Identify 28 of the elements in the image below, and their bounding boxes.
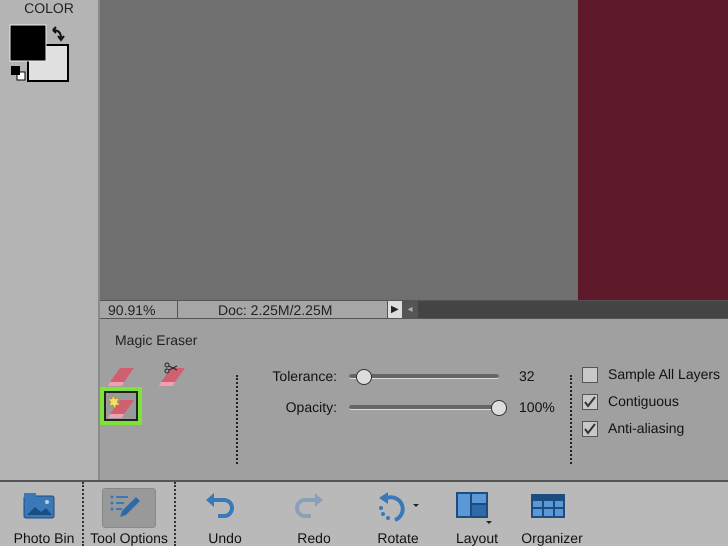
tool-name: Magic Eraser: [115, 331, 198, 350]
panel-title: COLOR: [24, 0, 74, 16]
slider-thumb[interactable]: [491, 400, 507, 416]
checkbox[interactable]: [582, 366, 598, 382]
slider-value: 32: [519, 367, 535, 386]
magic-eraser-icon: [106, 392, 136, 420]
taskbar-button[interactable]: Tool Options: [82, 482, 174, 546]
taskbar-button[interactable]: Layout: [442, 482, 512, 546]
slider-thumb[interactable]: [356, 368, 372, 384]
checkmark-icon: [584, 396, 596, 408]
zoom-level: 90.91%: [100, 301, 178, 318]
checkbox[interactable]: [582, 394, 598, 410]
taskbar-button[interactable]: Rotate: [354, 482, 442, 546]
checkbox-label: Contiguous: [608, 392, 679, 411]
slider-label: Opacity:: [284, 398, 337, 417]
horizontal-scrollbar[interactable]: [418, 301, 728, 318]
taskbar-button[interactable]: Photo Bin: [6, 482, 82, 546]
checkbox-label: Anti-aliasing: [608, 419, 684, 438]
slider-label: Tolerance:: [271, 367, 337, 386]
checkbox[interactable]: [582, 420, 598, 436]
slider-value: 100%: [519, 398, 555, 417]
status-menu-button[interactable]: ▶: [388, 301, 402, 318]
taskbar-button[interactable]: Redo: [274, 482, 354, 546]
scissors-eraser-icon: [157, 360, 187, 388]
taskbar-button[interactable]: Undo: [174, 482, 274, 546]
checkbox-label: Sample All Layers: [608, 365, 720, 384]
taskbar-button[interactable]: Organizer: [512, 482, 592, 546]
checkmark-icon: [584, 422, 596, 434]
